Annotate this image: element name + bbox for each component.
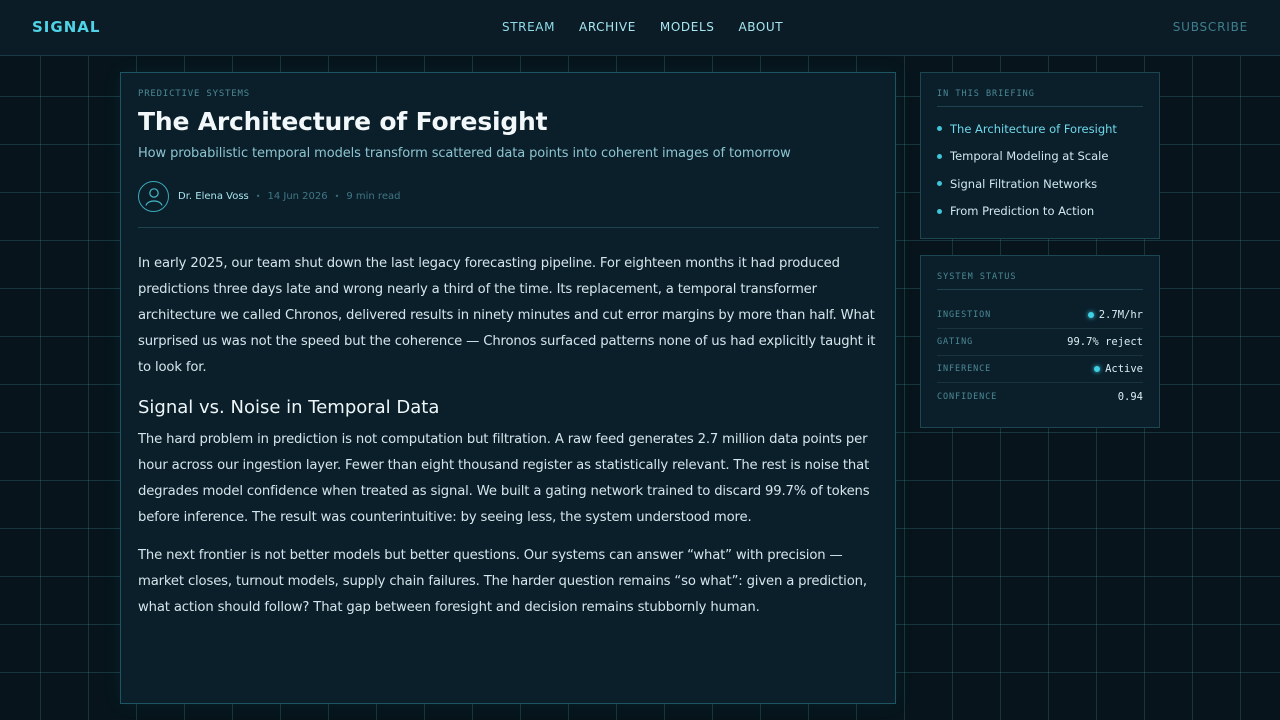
briefing-toc: IN THIS BRIEFING The Architecture of For… (920, 72, 1160, 239)
dot-icon (937, 208, 942, 214)
article-title: The Architecture of Foresight (138, 107, 548, 136)
user-icon[interactable] (138, 180, 169, 212)
divider (138, 227, 879, 228)
article-category: PREDICTIVE SYSTEMS (138, 89, 250, 99)
read-time: 9 min read (346, 190, 401, 202)
separator: • (255, 191, 261, 201)
status-label: GATING (937, 337, 974, 347)
toc-item-label: The Architecture of Foresight (950, 121, 1117, 136)
status-value: 99.7% reject (1067, 336, 1143, 348)
status-value: 2.7M/hr (1087, 309, 1143, 321)
status-value-text: 0.94 (1117, 390, 1143, 403)
main-nav: STREAM ARCHIVE MODELS ABOUT (502, 20, 783, 34)
status-value-text: 2.7M/hr (1098, 309, 1143, 321)
byline: Dr. Elena Voss • 14 Jun 2026 • 9 min rea… (138, 180, 878, 212)
section-heading: Signal vs. Noise in Temporal Data (138, 397, 440, 418)
toc-item-label: Signal Filtration Networks (950, 176, 1098, 191)
nav-archive[interactable]: ARCHIVE (579, 20, 636, 34)
dot-icon (937, 181, 942, 187)
dot-icon (937, 153, 942, 159)
status-value-text: Active (1105, 363, 1143, 375)
status-value: Active (1094, 363, 1143, 375)
brand-logo[interactable]: SIGNAL (32, 18, 100, 36)
paragraph-3: The next frontier is not better models b… (138, 548, 867, 615)
status-value: 0.94 (1118, 391, 1143, 403)
paragraph-1: In early 2025, our team shut down the la… (138, 256, 876, 375)
toc-item[interactable]: The Architecture of Foresight (937, 115, 1143, 143)
article-subtitle: How probabilistic temporal models transf… (138, 146, 791, 161)
nav-models[interactable]: MODELS (660, 20, 715, 34)
status-row: CONFIDENCE 0.94 (937, 383, 1143, 410)
dot-icon (937, 126, 942, 132)
toc-title: IN THIS BRIEFING (937, 89, 1143, 107)
system-status-panel: SYSTEM STATUS INGESTION 2.7M/hr GATING 9… (920, 255, 1160, 428)
status-row: INFERENCE Active (937, 356, 1143, 383)
article-card: PREDICTIVE SYSTEMS The Architecture of F… (120, 72, 896, 704)
toc-item[interactable]: Temporal Modeling at Scale (937, 143, 1143, 171)
separator: • (334, 191, 340, 201)
publish-date: 14 Jun 2026 (267, 190, 328, 202)
status-row: INGESTION 2.7M/hr (937, 302, 1143, 329)
status-label: INGESTION (937, 310, 992, 320)
status-row: GATING 99.7% reject (937, 329, 1143, 356)
status-label: INFERENCE (937, 364, 992, 374)
toc-item-label: Temporal Modeling at Scale (950, 149, 1109, 164)
nav-about[interactable]: ABOUT (738, 20, 783, 34)
paragraph-2: The hard problem in prediction is not co… (138, 432, 870, 525)
status-led-icon (1094, 366, 1101, 372)
subscribe-link[interactable]: SUBSCRIBE (1173, 20, 1248, 34)
toc-item[interactable]: From Prediction to Action (937, 198, 1143, 226)
toc-item-label: From Prediction to Action (950, 204, 1095, 219)
status-value-text: 99.7% reject (1067, 336, 1143, 348)
author-name[interactable]: Dr. Elena Voss (178, 191, 249, 202)
status-title: SYSTEM STATUS (937, 272, 1143, 290)
toc-item[interactable]: Signal Filtration Networks (937, 170, 1143, 198)
nav-stream[interactable]: STREAM (502, 20, 555, 34)
status-label: CONFIDENCE (937, 391, 998, 402)
status-led-icon (1087, 312, 1094, 318)
top-navigation-bar: SIGNAL STREAM ARCHIVE MODELS ABOUT SUBSC… (0, 0, 1280, 56)
